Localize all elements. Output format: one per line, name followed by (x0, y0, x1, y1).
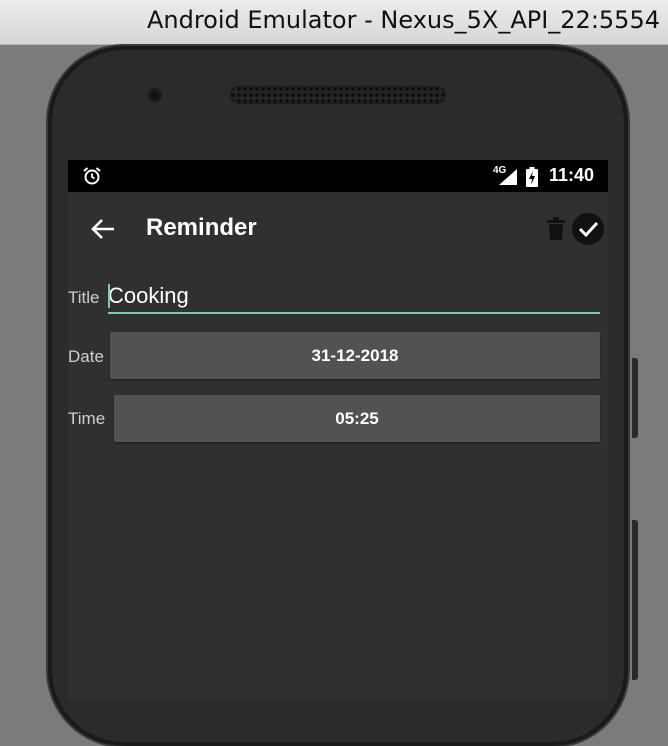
title-input[interactable] (108, 280, 600, 314)
power-button (632, 358, 638, 438)
cell-signal-icon (499, 169, 517, 185)
emulator-window-titlebar: Android Emulator - Nexus_5X_API_22:5554 (0, 0, 668, 45)
speaker-grille (230, 86, 446, 104)
date-picker-button[interactable]: 31-12-2018 (110, 332, 600, 379)
app-bar: Reminder (68, 192, 608, 268)
phone-screen: 4G 11:40 Reminder Title Date 31-12-2018 (68, 160, 608, 700)
time-value: 05:25 (335, 409, 379, 428)
page-title: Reminder (146, 214, 257, 241)
delete-icon[interactable] (546, 217, 566, 241)
alarm-clock-icon (83, 167, 101, 185)
status-time: 11:40 (548, 165, 594, 185)
title-label: Title (68, 288, 100, 307)
battery-charging-icon (526, 167, 538, 187)
volume-button (632, 520, 638, 680)
date-value: 31-12-2018 (311, 346, 399, 365)
front-camera-icon (148, 88, 162, 102)
date-label: Date (68, 347, 104, 366)
status-bar: 4G 11:40 (68, 160, 608, 192)
time-label: Time (68, 409, 106, 428)
text-cursor (108, 284, 110, 308)
window-title: Android Emulator - Nexus_5X_API_22:5554 (146, 6, 660, 34)
time-picker-button[interactable]: 05:25 (114, 395, 600, 442)
save-check-icon[interactable] (571, 212, 605, 246)
back-arrow-icon[interactable] (90, 217, 116, 241)
